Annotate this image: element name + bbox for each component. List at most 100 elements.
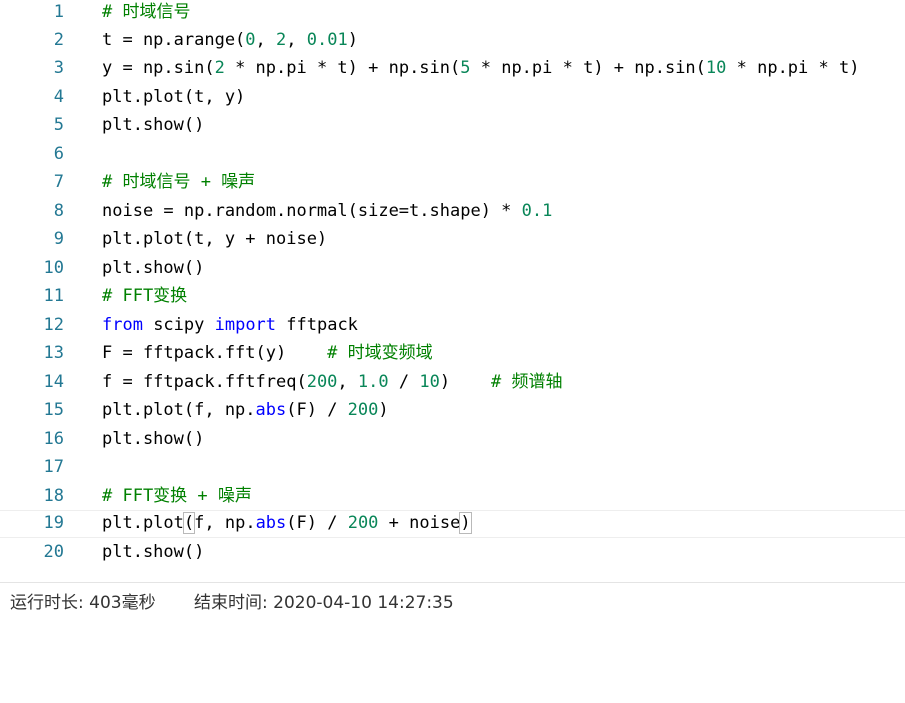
number-token: 0.1 — [521, 201, 553, 221]
code-token: ) — [378, 400, 389, 420]
code-text[interactable]: plt.plot(f, np.abs(F) / 200) — [102, 398, 389, 426]
code-text[interactable]: f = fftpack.fftfreq(200, 1.0 / 10) # 频谱轴 — [102, 370, 563, 398]
line-number: 17 — [43, 457, 64, 477]
number-token: 2 — [276, 30, 287, 50]
code-token: y = np.sin( — [102, 58, 215, 78]
code-line[interactable]: 13 F = fftpack.fft(y) # 时域变频域 — [0, 341, 905, 369]
code-text[interactable]: noise = np.random.normal(size=t.shape) *… — [102, 199, 552, 227]
code-token: , — [337, 372, 358, 392]
line-number: 15 — [43, 400, 64, 420]
number-token: 200 — [306, 372, 338, 392]
line-number: 10 — [43, 258, 64, 278]
line-number: 11 — [43, 286, 64, 306]
line-number: 2 — [53, 30, 64, 50]
code-token: (F) / — [286, 400, 348, 420]
code-line[interactable]: 1 # 时域信号 — [0, 0, 905, 28]
code-token: ) — [347, 30, 358, 50]
code-token: plt.plot(f, np. — [102, 400, 256, 420]
code-text[interactable]: plt.show() — [102, 540, 204, 568]
keyword-token: import — [214, 315, 277, 335]
line-number: 8 — [53, 201, 64, 221]
runtime-label: 运行时长: 403毫秒 — [10, 593, 156, 613]
code-line[interactable]: 8 noise = np.random.normal(size=t.shape)… — [0, 199, 905, 227]
keyword-token: from — [102, 315, 143, 335]
code-text[interactable]: y = np.sin(2 * np.pi * t) + np.sin(5 * n… — [102, 56, 859, 84]
code-token: * np.pi * t) — [726, 58, 860, 78]
code-line[interactable]: 5 plt.show() — [0, 113, 905, 141]
code-line[interactable]: 3 y = np.sin(2 * np.pi * t) + np.sin(5 *… — [0, 56, 905, 84]
code-line[interactable]: 17 — [0, 455, 905, 483]
line-number: 5 — [53, 115, 64, 135]
code-line[interactable]: 6 — [0, 142, 905, 170]
line-number: 19 — [43, 513, 64, 533]
keyword-token: abs — [255, 513, 287, 533]
line-number: 9 — [53, 229, 64, 249]
code-line[interactable]: 2 t = np.arange(0, 2, 0.01) — [0, 28, 905, 56]
code-line[interactable]: 14 f = fftpack.fftfreq(200, 1.0 / 10) # … — [0, 370, 905, 398]
code-text[interactable]: plt.show() — [102, 113, 204, 141]
code-text[interactable]: plt.show() — [102, 427, 204, 455]
line-number: 16 — [43, 429, 64, 449]
code-token: , — [286, 30, 307, 50]
code-line[interactable]: 9 plt.plot(t, y + noise) — [0, 227, 905, 255]
line-number: 1 — [53, 2, 64, 22]
matched-bracket-open: ( — [182, 512, 196, 534]
execution-status-bar: 运行时长: 403毫秒 结束时间: 2020-04-10 14:27:35 — [0, 582, 905, 624]
code-token: , — [255, 30, 277, 50]
line-number: 3 — [53, 58, 64, 78]
code-line[interactable]: 7 # 时域信号 + 噪声 — [0, 170, 905, 198]
number-token: 200 — [347, 513, 379, 533]
number-token: 0 — [245, 30, 256, 50]
code-text[interactable]: # FFT变换 + 噪声 — [102, 484, 252, 512]
line-number: 7 — [53, 172, 64, 192]
code-text[interactable]: plt.plot(t, y) — [102, 85, 245, 113]
code-line[interactable]: 15 plt.plot(f, np.abs(F) / 200) — [0, 398, 905, 426]
comment-token: # 时域变频域 — [327, 343, 433, 363]
number-token: 2 — [214, 58, 225, 78]
current-code-line[interactable]: 19 plt.plot(f, np.abs(F) / 200 + noise) — [0, 510, 905, 538]
code-token: F = fftpack.fft(y) — [102, 343, 328, 363]
code-line[interactable]: 20 plt.show() — [0, 540, 905, 568]
code-text[interactable]: # 时域信号 + 噪声 — [102, 170, 255, 198]
code-token: + noise — [378, 513, 461, 533]
code-token: / — [388, 372, 420, 392]
line-number: 6 — [53, 144, 64, 164]
code-text[interactable]: F = fftpack.fft(y) # 时域变频域 — [102, 341, 433, 369]
keyword-token: abs — [255, 400, 287, 420]
comment-token: # FFT变换 + 噪声 — [102, 486, 252, 506]
number-token: 1.0 — [357, 372, 389, 392]
code-line[interactable]: 18 # FFT变换 + 噪声 — [0, 484, 905, 512]
code-text[interactable]: # 时域信号 — [102, 0, 190, 28]
line-number: 18 — [43, 486, 64, 506]
code-token: fftpack — [276, 315, 358, 335]
code-token: f, np. — [194, 513, 256, 533]
comment-token: # 时域信号 — [102, 2, 191, 22]
comment-token: # 频谱轴 — [491, 372, 563, 392]
code-text[interactable]: plt.plot(t, y + noise) — [102, 227, 327, 255]
code-token: * np.pi * t) + np.sin( — [470, 58, 706, 78]
end-time-label: 结束时间: 2020-04-10 14:27:35 — [194, 593, 454, 613]
number-token: 200 — [347, 400, 379, 420]
code-line[interactable]: 11 # FFT变换 — [0, 284, 905, 312]
code-token: plt.plot — [102, 513, 184, 533]
number-token: 10 — [419, 372, 440, 392]
code-token: scipy — [142, 315, 215, 335]
code-token: (F) / — [286, 513, 348, 533]
code-text[interactable]: # FFT变换 — [102, 284, 187, 312]
code-line[interactable]: 4 plt.plot(t, y) — [0, 85, 905, 113]
code-line[interactable]: 10 plt.show() — [0, 256, 905, 284]
matched-bracket-close: ) — [459, 512, 472, 534]
code-text[interactable]: t = np.arange(0, 2, 0.01) — [102, 28, 358, 56]
line-number: 14 — [43, 372, 64, 392]
line-number: 12 — [43, 315, 64, 335]
code-text[interactable]: plt.plot(f, np.abs(F) / 200 + noise) — [102, 511, 472, 539]
number-token: 10 — [705, 58, 727, 78]
code-token: t = np.arange( — [102, 30, 246, 50]
number-token: 5 — [460, 58, 471, 78]
code-text[interactable]: from scipy import fftpack — [102, 313, 358, 341]
code-editor[interactable]: 1 # 时域信号 2 t = np.arange(0, 2, 0.01) 3 y… — [0, 0, 905, 570]
code-token: * np.pi * t) + np.sin( — [224, 58, 461, 78]
code-line[interactable]: 16 plt.show() — [0, 427, 905, 455]
code-line[interactable]: 12 from scipy import fftpack — [0, 313, 905, 341]
code-text[interactable]: plt.show() — [102, 256, 204, 284]
